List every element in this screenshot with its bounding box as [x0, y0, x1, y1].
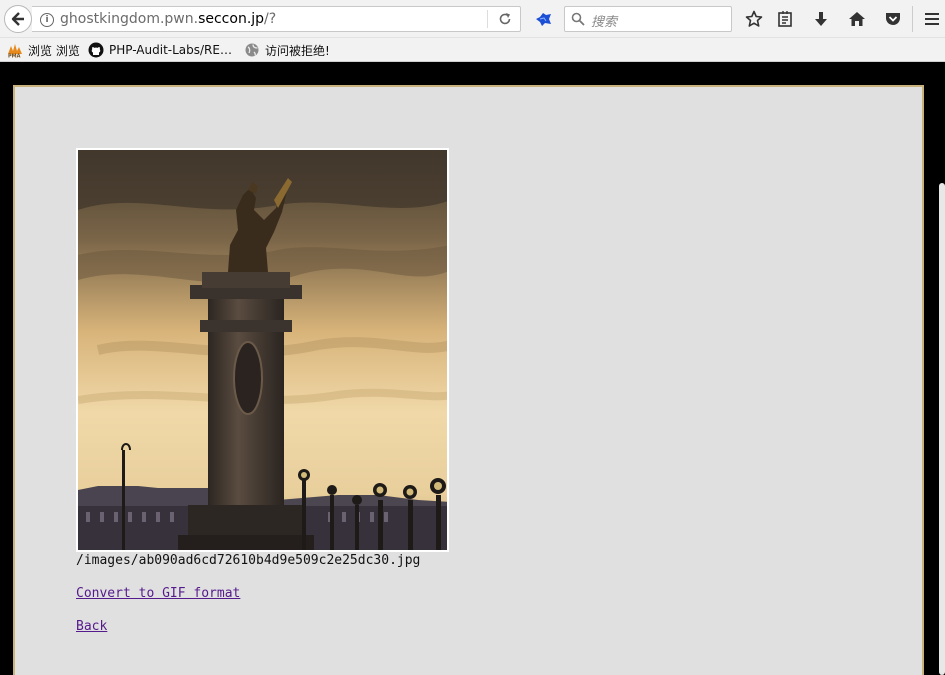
back-link[interactable]: Back [76, 619, 107, 634]
extension-icon[interactable] [534, 10, 554, 28]
star-icon [745, 10, 763, 27]
image-path-caption: /images/ab090ad6cd72610b4d9e509c2e25dc30… [76, 553, 421, 568]
bookmark-label: 浏览 浏览 [28, 43, 80, 58]
reading-list-icon [778, 11, 792, 27]
bookmark-label: 访问被拒绝! [265, 43, 330, 58]
toolbar-divider [912, 6, 913, 32]
scroll-thumb[interactable] [939, 183, 945, 675]
pocket-button[interactable] [883, 9, 903, 29]
svg-text:PMA: PMA [8, 54, 21, 59]
download-arrow-icon [815, 12, 827, 26]
hamburger-menu-icon [925, 13, 939, 25]
menu-button[interactable] [922, 9, 942, 29]
globe-icon [244, 42, 260, 58]
page-scrollbar[interactable] [937, 63, 945, 675]
pma-icon: PMA [7, 42, 23, 58]
downloads-button[interactable] [811, 9, 831, 29]
back-button[interactable] [4, 5, 32, 33]
uploaded-photo [76, 148, 449, 552]
search-icon [571, 12, 585, 26]
search-bar[interactable]: 搜索 [564, 6, 732, 32]
bookmark-item-denied[interactable]: 访问被拒绝! [244, 41, 330, 59]
page-viewport: /images/ab090ad6cd72610b4d9e509c2e25dc30… [0, 63, 945, 675]
bookmarks-toolbar: PMA 浏览 浏览 PHP-Audit-Labs/RE… 访问被拒绝! [0, 38, 945, 62]
search-placeholder: 搜索 [591, 15, 618, 30]
home-button[interactable] [847, 9, 867, 29]
monument-statue-image [78, 150, 447, 550]
url-bar[interactable]: i ghostkingdom.pwn.seccon.jp/? [32, 6, 521, 32]
pocket-icon [886, 13, 900, 25]
url-divider [487, 10, 488, 28]
bookmark-label: PHP-Audit-Labs/RE… [109, 43, 232, 57]
bookmark-item-pma[interactable]: PMA 浏览 浏览 [7, 41, 80, 59]
info-icon[interactable]: i [40, 13, 54, 27]
library-button[interactable] [775, 9, 795, 29]
home-icon [849, 12, 865, 26]
convert-to-gif-link[interactable]: Convert to GIF format [76, 586, 240, 601]
content-panel: /images/ab090ad6cd72610b4d9e509c2e25dc30… [13, 85, 924, 675]
url-text[interactable]: ghostkingdom.pwn.seccon.jp/? [60, 11, 276, 27]
arrow-left-icon [11, 12, 24, 26]
reload-icon[interactable] [498, 12, 512, 26]
github-icon [88, 42, 104, 58]
bookmark-star-button[interactable] [744, 9, 764, 29]
bookmark-item-github[interactable]: PHP-Audit-Labs/RE… [88, 41, 232, 59]
browser-toolbar: i ghostkingdom.pwn.seccon.jp/? 搜索 [0, 0, 945, 38]
